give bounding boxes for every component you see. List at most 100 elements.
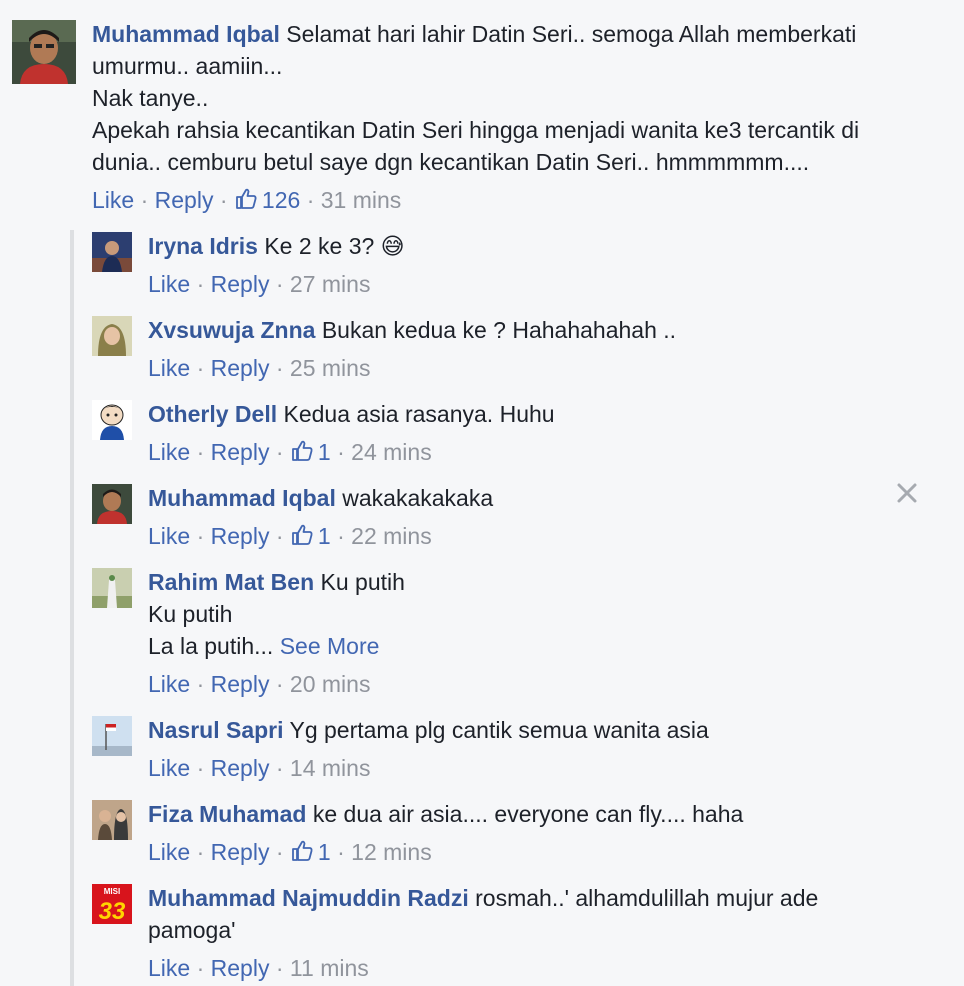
avatar[interactable] [92,316,132,356]
timestamp[interactable]: 27 mins [290,271,371,297]
reply-button[interactable]: Reply [211,955,270,981]
avatar[interactable]: MISI 33 [92,884,132,924]
reply-thread-line [70,230,74,986]
timestamp[interactable]: 31 mins [321,187,402,213]
like-button[interactable]: Like [148,271,190,297]
comment-text: Rahim Mat Ben Ku putih Ku putih La la pu… [148,569,405,659]
separator: · [306,187,315,213]
comment-text: Muhammad Iqbal Selamat hari lahir Datin … [92,21,860,175]
like-button[interactable]: Like [148,355,190,381]
avatar[interactable] [92,800,132,840]
separator: · [337,839,345,865]
like-button[interactable]: Like [148,439,190,465]
author-name[interactable]: Nasrul Sapri [148,717,284,743]
avatar[interactable] [92,400,132,440]
author-name[interactable]: Iryna Idris [148,233,258,259]
timestamp[interactable]: 20 mins [290,671,371,697]
comment-actions: Like · Reply · 14 mins [148,752,908,784]
avatar[interactable] [92,716,132,756]
comment-body: Nasrul Sapri Yg pertama plg cantik semua… [148,714,908,784]
like-button[interactable]: Like [148,671,190,697]
comment-thread: Muhammad Iqbal Selamat hari lahir Datin … [0,0,964,986]
avatar-photo [92,316,132,356]
like-count[interactable]: 1 [290,439,331,465]
author-name[interactable]: Otherly Dell [148,401,277,427]
timestamp[interactable]: 14 mins [290,755,371,781]
like-button[interactable]: Like [148,955,190,981]
comment-text: Fiza Muhamad ke dua air asia.... everyon… [148,801,744,827]
reply-button[interactable]: Reply [211,271,270,297]
avatar-photo [12,20,76,84]
reply-button[interactable]: Reply [155,187,214,213]
comment-body: Muhammad Iqbal wakakakakaka Like · Reply… [148,482,908,552]
author-name[interactable]: Fiza Muhamad [148,801,306,827]
separator: · [275,523,284,549]
separator: · [219,187,228,213]
separator: · [275,839,284,865]
comment-actions: Like · Reply · 1 · 12 mins [148,836,908,868]
like-button[interactable]: Like [148,839,190,865]
comment-actions: Like · Reply · 126 · 31 mins [92,184,932,216]
author-name[interactable]: Muhammad Iqbal [148,485,336,511]
comment-body: Fiza Muhamad ke dua air asia.... everyon… [148,798,908,868]
author-name[interactable]: Rahim Mat Ben [148,569,314,595]
avatar[interactable] [92,232,132,272]
avatar-number-text: 33 [99,898,126,924]
comment-body: Xvsuwuja Znna Bukan kedua ke ? Hahahahah… [148,314,908,384]
like-button[interactable]: Like [92,187,134,213]
separator: · [196,671,205,697]
reply-button[interactable]: Reply [211,839,270,865]
avatar-photo [92,232,132,272]
avatar[interactable] [12,20,76,84]
like-button[interactable]: Like [148,755,190,781]
avatar-photo [92,400,132,440]
timestamp[interactable]: 11 mins [290,955,369,981]
avatar-photo [92,568,132,608]
thumbs-up-icon [292,524,313,545]
separator: · [140,187,149,213]
thumbs-up-icon [292,840,313,861]
separator: · [337,439,345,465]
separator: · [275,271,284,297]
reply-button[interactable]: Reply [211,355,270,381]
avatar[interactable] [92,568,132,608]
see-more-link[interactable]: See More [280,633,380,659]
timestamp[interactable]: 22 mins [351,523,432,549]
avatar-photo: MISI 33 [92,884,132,924]
author-name[interactable]: Muhammad Najmuddin Radzi [148,885,469,911]
timestamp[interactable]: 25 mins [290,355,371,381]
separator: · [196,755,205,781]
comment-actions: Like · Reply · 25 mins [148,352,908,384]
like-count[interactable]: 1 [290,523,331,549]
timestamp[interactable]: 12 mins [351,839,432,865]
avatar[interactable] [92,484,132,524]
comment-body: Otherly Dell Kedua asia rasanya. Huhu Li… [148,398,908,468]
reply-button[interactable]: Reply [211,439,270,465]
comment-text: Xvsuwuja Znna Bukan kedua ke ? Hahahahah… [148,317,677,343]
avatar-photo [92,800,132,840]
comment-actions: Like · Reply · 27 mins [148,268,908,300]
comment-text: Muhammad Iqbal wakakakakaka [148,485,494,511]
reply-button[interactable]: Reply [211,755,270,781]
like-count[interactable]: 1 [290,839,331,865]
separator: · [275,355,284,381]
timestamp[interactable]: 24 mins [351,439,432,465]
like-button[interactable]: Like [148,523,190,549]
thumbs-up-icon [236,188,257,209]
comment-text: Otherly Dell Kedua asia rasanya. Huhu [148,401,555,427]
author-name[interactable]: Muhammad Iqbal [92,21,280,47]
avatar-photo [92,484,132,524]
comment-actions: Like · Reply · 1 · 22 mins [148,520,908,552]
comment-actions: Like · Reply · 20 mins [148,668,908,700]
close-icon[interactable] [896,482,918,504]
comment-text: Iryna Idris Ke 2 ke 3? 😅 [148,233,405,259]
reply-button[interactable]: Reply [211,523,270,549]
reply-button[interactable]: Reply [211,671,270,697]
separator: · [275,671,284,697]
author-name[interactable]: Xvsuwuja Znna [148,317,315,343]
separator: · [196,955,205,981]
comment-actions: Like · Reply · 11 mins [148,952,908,984]
separator: · [196,523,205,549]
separator: · [275,955,284,981]
like-count[interactable]: 126 [234,187,300,213]
